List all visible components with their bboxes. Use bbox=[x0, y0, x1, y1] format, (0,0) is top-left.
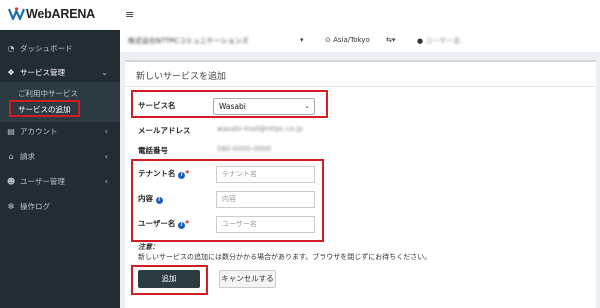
translate-icon: ⇆ bbox=[386, 36, 392, 44]
sidebar-item-operation-log[interactable]: ✻ 操作ログ bbox=[0, 196, 120, 216]
highlight-box-add-button bbox=[131, 265, 208, 295]
sidebar-item-label: 請求 bbox=[20, 151, 35, 161]
chevron-left-icon: ‹ bbox=[104, 126, 108, 136]
cubes-icon: ❖ bbox=[7, 67, 15, 77]
logo-icon bbox=[8, 7, 25, 21]
sidebar-subitem-label: ご利用中サービス bbox=[18, 89, 78, 98]
phone-value: 080-0000-0000 bbox=[217, 145, 272, 153]
sidebar-item-label: サービス管理 bbox=[20, 67, 65, 77]
sidebar-item-label: 操作ログ bbox=[20, 201, 50, 211]
timezone-display: ⊙ Asia/Tokyo bbox=[325, 36, 370, 44]
clock-icon: ⊙ bbox=[325, 36, 331, 44]
app-header: WebARENA ≡ bbox=[0, 0, 600, 30]
timezone-label: Asia/Tokyo bbox=[333, 36, 370, 44]
logo-text: WebARENA bbox=[26, 7, 96, 21]
sidebar: ◔ ダッシュボード ❖ サービス管理 ⌄ ご利用中サービス サービスの追加 ▤ … bbox=[0, 30, 120, 308]
panel-divider bbox=[125, 86, 596, 87]
user-menu[interactable]: ● ユーザー名 bbox=[417, 36, 460, 46]
sidebar-item-account[interactable]: ▤ アカウント ‹ bbox=[0, 121, 120, 141]
phone-label: 電話番号 bbox=[138, 146, 168, 155]
sidebar-item-billing[interactable]: ⌂ 請求 ‹ bbox=[0, 146, 120, 166]
company-dropdown-caret[interactable]: ▾ bbox=[300, 36, 304, 44]
sidebar-item-user-management[interactable]: ☻ ユーザー管理 ‹ bbox=[0, 171, 120, 191]
user-icon: ● bbox=[417, 37, 424, 45]
sidebar-item-label: アカウント bbox=[20, 126, 58, 136]
top-bar: 株式会社NTTPCコミュニケーションズ ▾ ⊙ Asia/Tokyo ⇆▾ ● … bbox=[120, 30, 600, 52]
cancel-button[interactable]: キャンセルする bbox=[219, 270, 276, 288]
cog-icon: ✻ bbox=[7, 201, 15, 211]
highlight-box-add-service bbox=[9, 100, 80, 117]
sidebar-item-label: ダッシュボード bbox=[20, 43, 73, 53]
logo[interactable]: WebARENA bbox=[8, 6, 95, 22]
highlight-box-input-fields bbox=[131, 159, 324, 242]
sidebar-item-label: ユーザー管理 bbox=[20, 176, 65, 186]
chevron-down-icon: ⌄ bbox=[101, 67, 108, 77]
highlight-box-service-name bbox=[131, 90, 328, 118]
note-text: 新しいサービスの追加には数分かかる場合があります。ブラウザを閉じずにお待ちくださ… bbox=[138, 253, 432, 261]
users-icon: ☻ bbox=[6, 176, 16, 186]
email-label: メールアドレス bbox=[138, 126, 191, 135]
chevron-left-icon: ‹ bbox=[104, 151, 108, 161]
gauge-icon: ◔ bbox=[7, 43, 15, 53]
chevron-left-icon: ‹ bbox=[104, 176, 108, 186]
note-title: 注意： bbox=[138, 243, 159, 251]
company-selector[interactable]: 株式会社NTTPCコミュニケーションズ bbox=[128, 36, 249, 46]
user-name: ユーザー名 bbox=[425, 37, 461, 45]
page-title: 新しいサービスを追加 bbox=[136, 72, 227, 82]
hamburger-icon[interactable]: ≡ bbox=[125, 8, 134, 21]
language-selector[interactable]: ⇆▾ bbox=[386, 36, 395, 44]
sidebar-item-dashboard[interactable]: ◔ ダッシュボード bbox=[0, 38, 120, 58]
id-card-icon: ▤ bbox=[7, 126, 15, 136]
sidebar-item-service-management[interactable]: ❖ サービス管理 ⌄ bbox=[0, 62, 120, 82]
sidebar-subitem-active-services[interactable]: ご利用中サービス bbox=[0, 86, 120, 100]
email-value: wasabi-mail@nttpc.co.jp bbox=[217, 125, 303, 133]
bank-icon: ⌂ bbox=[8, 151, 14, 161]
